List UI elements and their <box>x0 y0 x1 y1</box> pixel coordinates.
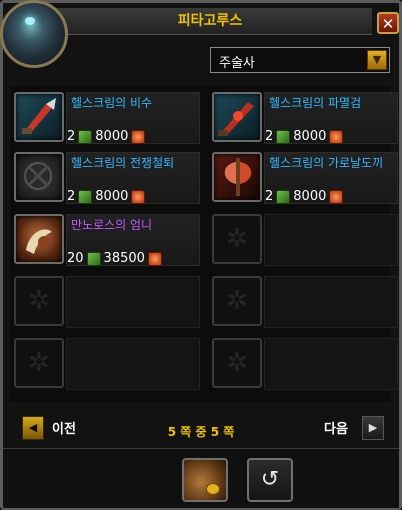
list-item[interactable]: 헬스크림의 파멸검 2 8000 <box>210 90 400 150</box>
item-name: 헬스크림의 전쟁철퇴 <box>71 156 175 170</box>
mace-icon[interactable] <box>14 152 64 202</box>
red-ore-icon <box>147 251 162 266</box>
empty-slot <box>12 274 202 334</box>
cost-price: 38500 <box>103 251 145 266</box>
empty-slot-info <box>66 276 200 328</box>
item-name: 만노로스의 엄니 <box>71 218 153 232</box>
green-token-icon <box>276 129 291 144</box>
buyback-button[interactable]: ↺ <box>247 458 293 502</box>
green-token-icon <box>86 251 101 266</box>
item-cost: 2 8000 <box>67 189 148 204</box>
item-cost: 20 38500 <box>67 251 165 266</box>
empty-slot-info <box>66 338 200 390</box>
green-token-icon <box>276 189 291 204</box>
cost-price: 8000 <box>95 129 129 144</box>
empty-slot-icon <box>14 338 64 388</box>
undo-icon: ↺ <box>260 467 280 492</box>
dropdown-selected: 주술사 <box>219 56 255 71</box>
next-page-button[interactable]: ▶ <box>362 416 384 440</box>
cost-quantity: 2 <box>67 189 76 204</box>
red-ore-icon <box>131 129 146 144</box>
empty-slot-info <box>264 214 398 266</box>
empty-slot <box>12 336 202 396</box>
close-icon: ✕ <box>381 15 395 33</box>
cost-price: 8000 <box>293 189 327 204</box>
list-item[interactable]: 헬스크림의 비수 2 8000 <box>12 90 202 150</box>
item-name: 헬스크림의 가로날도끼 <box>269 156 384 170</box>
item-name: 헬스크림의 파멸검 <box>269 96 362 110</box>
next-page-label[interactable]: 다음 <box>324 418 348 437</box>
list-item[interactable]: 헬스크림의 전쟁철퇴 2 8000 <box>12 150 202 210</box>
green-token-icon <box>78 189 93 204</box>
cost-quantity: 20 <box>67 251 84 266</box>
cost-price: 8000 <box>293 129 327 144</box>
chevron-down-icon[interactable]: ▼ <box>367 50 387 70</box>
empty-slot-icon <box>212 276 262 326</box>
axe-icon[interactable] <box>212 152 262 202</box>
cost-quantity: 2 <box>265 189 274 204</box>
red-ore-icon <box>329 129 344 144</box>
item-info: 만노로스의 엄니 20 38500 <box>66 214 200 266</box>
class-filter-dropdown[interactable]: 주술사 ▼ <box>210 47 390 73</box>
empty-slot-icon <box>212 214 262 264</box>
empty-slot <box>210 212 400 272</box>
cost-price: 8000 <box>95 189 129 204</box>
item-name: 헬스크림의 비수 <box>71 96 153 110</box>
item-cost: 2 8000 <box>265 189 346 204</box>
doomblade-icon[interactable] <box>212 92 262 142</box>
item-info: 헬스크림의 파멸검 2 8000 <box>264 92 398 144</box>
item-cost: 2 8000 <box>265 129 346 144</box>
cost-quantity: 2 <box>67 129 76 144</box>
red-ore-icon <box>329 189 344 204</box>
empty-slot-icon <box>14 276 64 326</box>
item-info: 헬스크림의 가로날도끼 2 8000 <box>264 152 398 204</box>
empty-slot-icon <box>212 338 262 388</box>
cost-quantity: 2 <box>265 129 274 144</box>
close-button[interactable]: ✕ <box>377 12 399 34</box>
empty-slot-info <box>264 338 398 390</box>
window-title: 피타고루스 <box>177 13 243 29</box>
item-info: 헬스크림의 비수 2 8000 <box>66 92 200 144</box>
red-ore-icon <box>131 189 146 204</box>
tusk-icon[interactable] <box>14 214 64 264</box>
empty-slot <box>210 336 400 396</box>
list-item[interactable]: 만노로스의 엄니 20 38500 <box>12 212 202 272</box>
empty-slot-info <box>264 276 398 328</box>
sell-junk-button[interactable] <box>182 458 228 502</box>
chevron-right-icon: ▶ <box>368 421 378 434</box>
item-cost: 2 8000 <box>67 129 148 144</box>
dragon-portrait-icon <box>0 0 68 68</box>
empty-slot <box>210 274 400 334</box>
dagger-icon[interactable] <box>14 92 64 142</box>
item-info: 헬스크림의 전쟁철퇴 2 8000 <box>66 152 200 204</box>
green-token-icon <box>78 129 93 144</box>
list-item[interactable]: 헬스크림의 가로날도끼 2 8000 <box>210 150 400 210</box>
